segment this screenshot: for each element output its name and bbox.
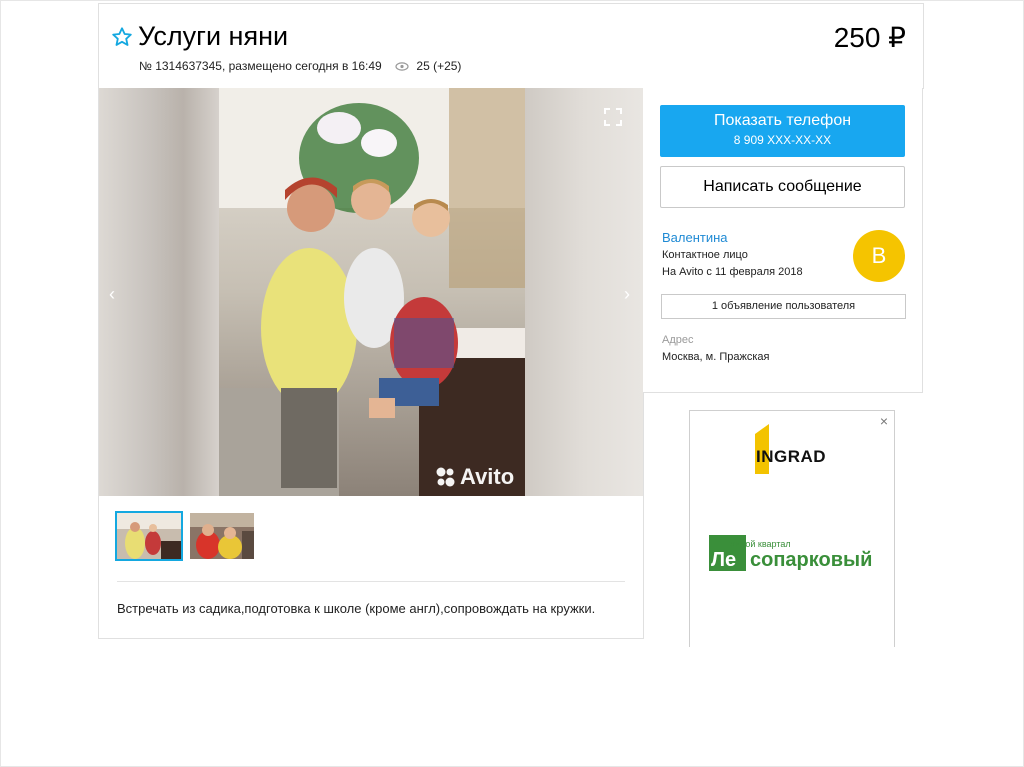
favorite-star-icon[interactable]: [111, 26, 133, 48]
eye-icon: [395, 62, 409, 72]
listing-header: Услуги няни № 1314637345, размещено сего…: [98, 3, 924, 89]
ad-project-prefix: Ле: [711, 549, 737, 571]
ad-brand: INGRAD: [756, 447, 827, 466]
photo-gallery: Avito ‹ › Встречать из садика,подготовка…: [98, 88, 644, 639]
listing-description: Встречать из садика,подготовка к школе (…: [117, 601, 596, 616]
avatar[interactable]: В: [853, 230, 905, 282]
address-label: Адрес: [662, 334, 694, 346]
user-ads-button[interactable]: 1 объявление пользователя: [661, 294, 906, 319]
thumbnail-1[interactable]: [115, 511, 183, 561]
show-phone-button[interactable]: Показать телефон 8 909 XXX-XX-XX: [660, 105, 905, 157]
views-count: 25 (+25): [416, 59, 462, 73]
contact-sidebar: Показать телефон 8 909 XXX-XX-XX Написат…: [643, 88, 923, 393]
phone-masked: 8 909 XXX-XX-XX: [733, 133, 832, 147]
ad-project-name: сопарковый: [750, 549, 873, 571]
ad-banner[interactable]: × INGRAD жилой квартал Ле сопарковый: [689, 410, 895, 647]
photo-stage[interactable]: Avito ‹ ›: [99, 88, 643, 496]
chevron-left-icon[interactable]: ‹: [109, 284, 115, 305]
main-photo[interactable]: [219, 88, 525, 496]
ad-project-tagline: жилой квартал: [729, 539, 791, 549]
avito-watermark: Avito: [435, 464, 514, 490]
listing-price: 250 ₽: [833, 22, 906, 53]
seller-name-link[interactable]: Валентина: [662, 230, 728, 245]
divider: [117, 581, 625, 582]
seller-since: На Avito с 11 февраля 2018: [662, 266, 803, 278]
avito-watermark-text: Avito: [460, 464, 515, 489]
avito-logo-icon: [436, 467, 455, 487]
seller-role: Контактное лицо: [662, 249, 748, 261]
listing-number-date: № 1314637345, размещено сегодня в 16:49: [139, 59, 382, 73]
listing-meta: № 1314637345, размещено сегодня в 16:49 …: [139, 59, 461, 73]
chevron-right-icon[interactable]: ›: [624, 284, 630, 305]
address-value: Москва, м. Пражская: [662, 351, 770, 363]
thumbnail-2[interactable]: [190, 513, 254, 559]
fullscreen-icon[interactable]: [604, 108, 622, 126]
close-icon[interactable]: ×: [880, 413, 888, 429]
show-phone-label: Показать телефон: [713, 112, 852, 129]
write-message-button[interactable]: Написать сообщение: [660, 166, 905, 208]
photo-blur-left: [99, 88, 219, 496]
listing-title: Услуги няни: [138, 21, 289, 51]
